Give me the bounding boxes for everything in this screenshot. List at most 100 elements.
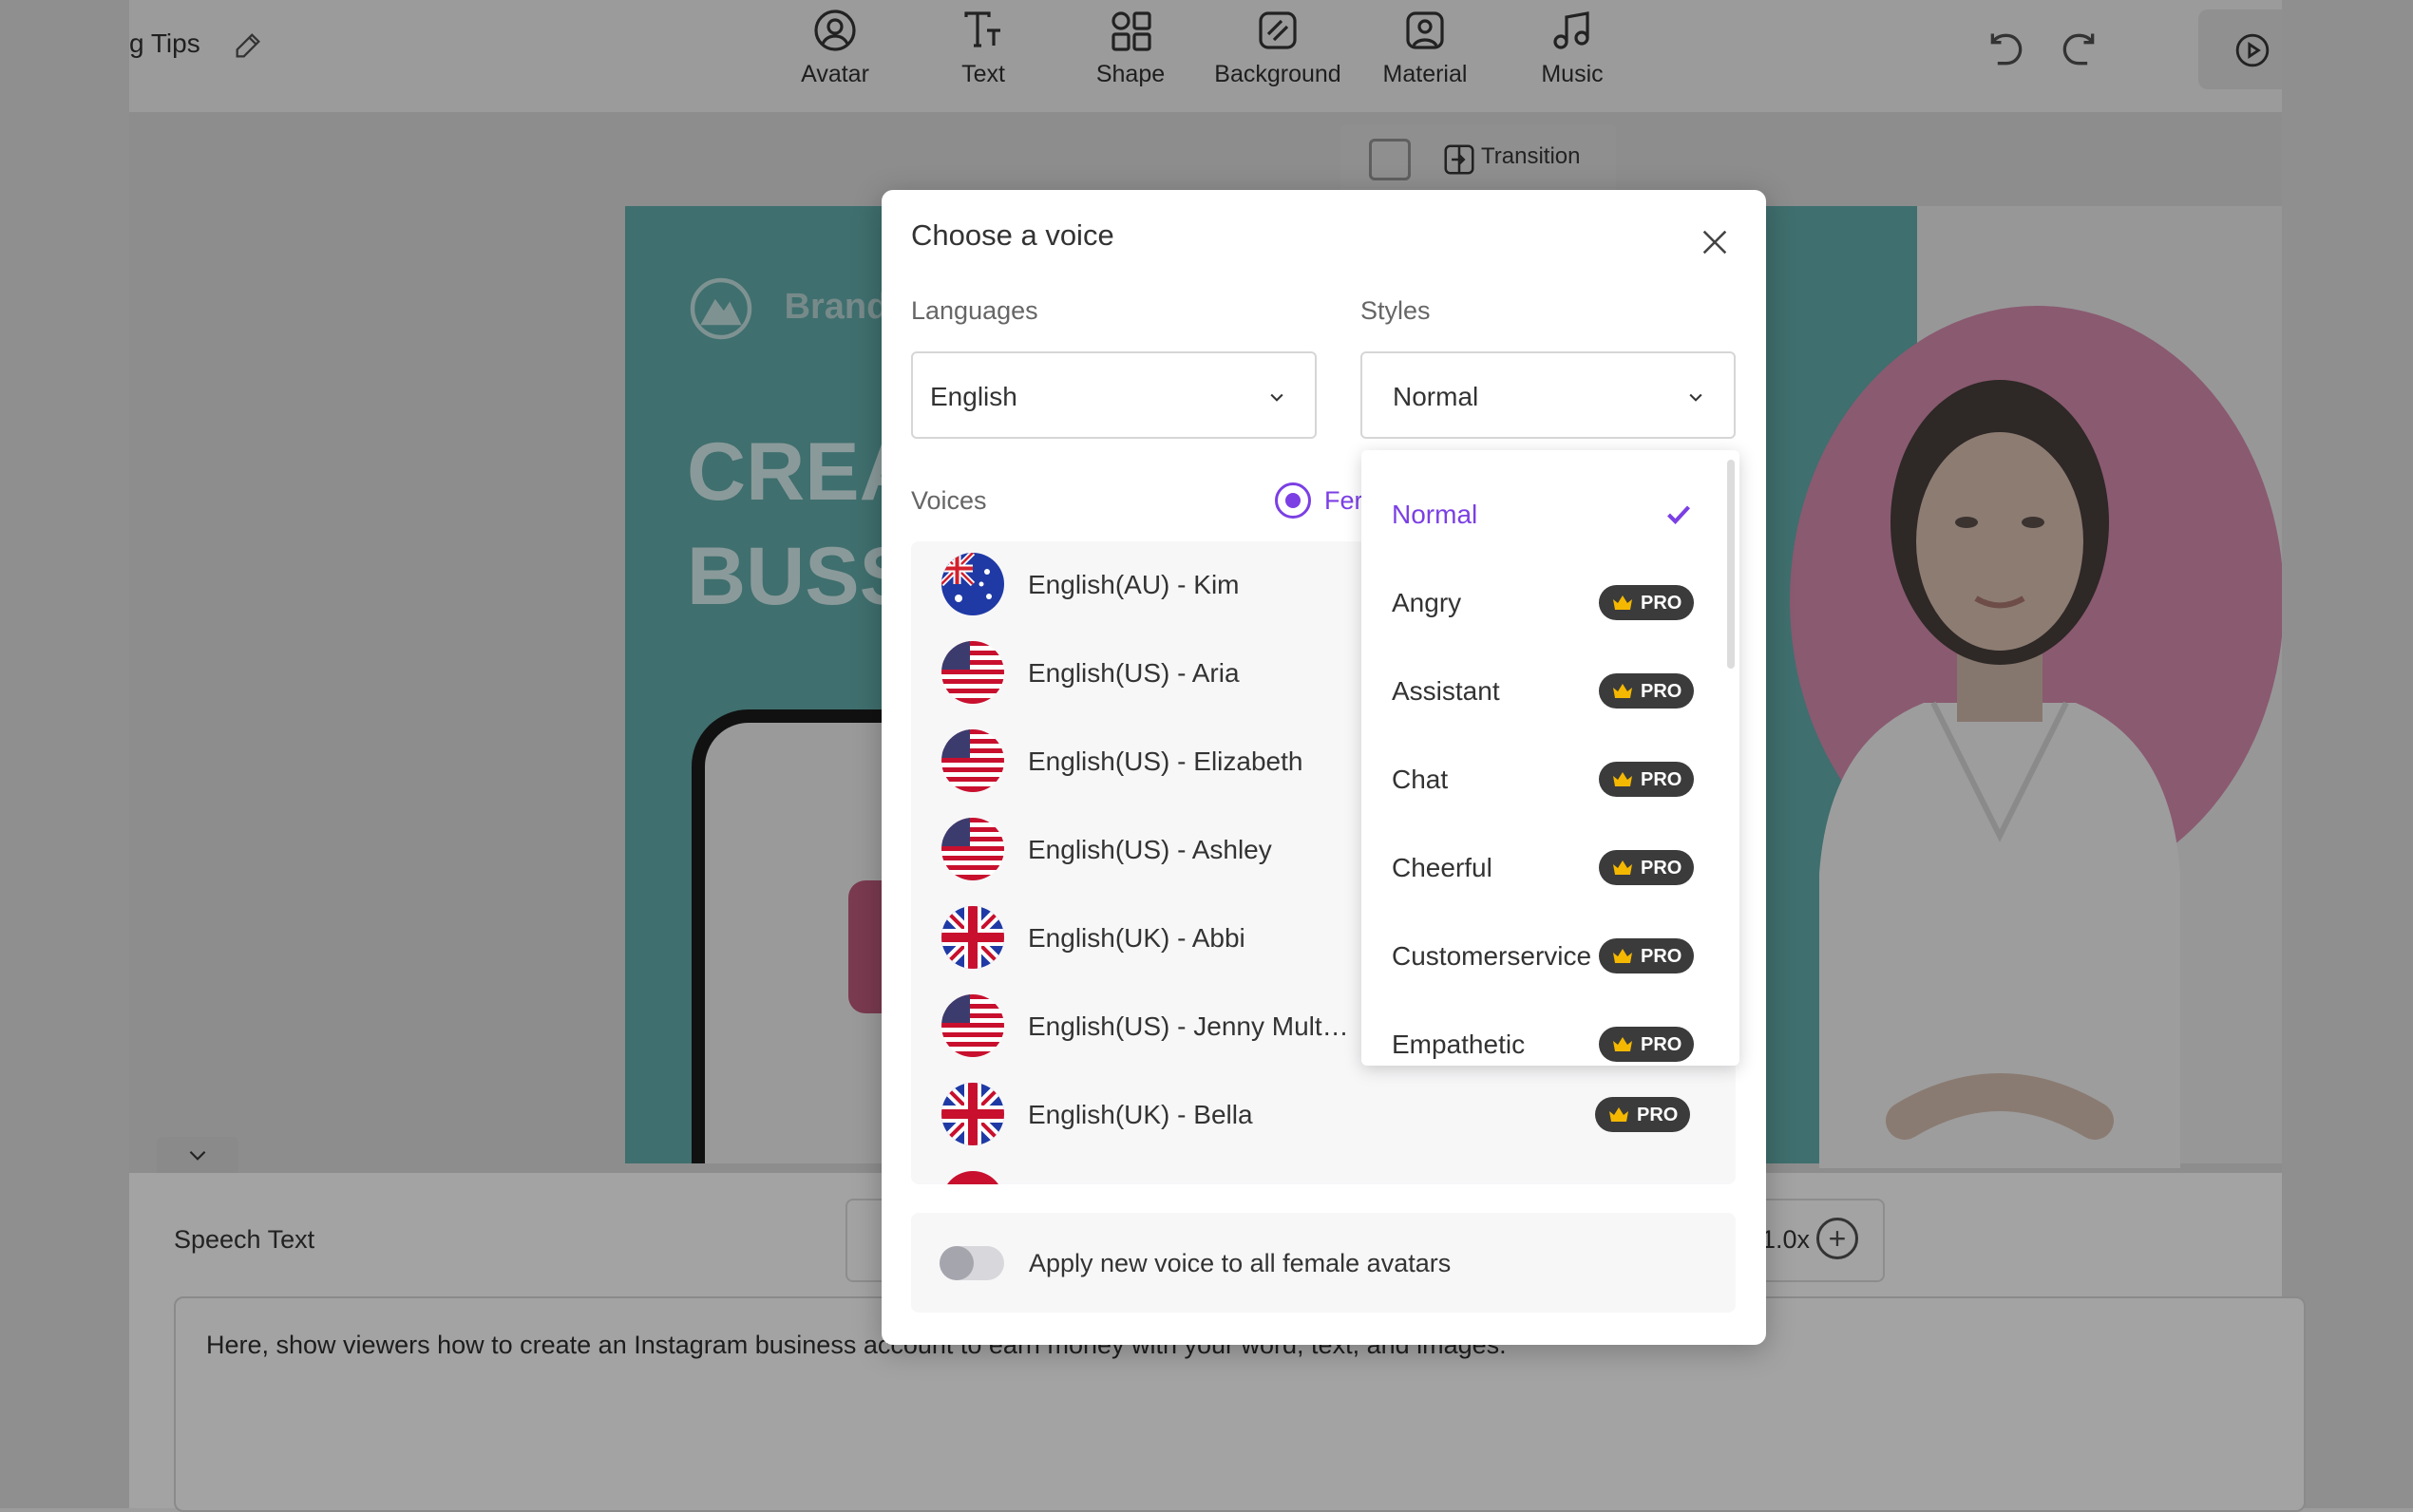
female-radio[interactable]	[1275, 482, 1311, 519]
uk-flag-icon	[941, 906, 1004, 969]
speed-value: 1.0x	[1761, 1225, 1811, 1254]
background-icon	[1259, 11, 1297, 49]
text-icon	[964, 11, 1000, 47]
voice-name: English(AU) - Kim	[1028, 570, 1240, 599]
preview-button[interactable]	[2198, 9, 2282, 89]
style-select[interactable]: Normal	[1360, 351, 1736, 439]
pro-badge: PRO	[1599, 938, 1694, 973]
language-select[interactable]: English	[911, 351, 1317, 439]
voice-name: English(UK) - Bella	[1028, 1100, 1253, 1129]
style-option-customerservice[interactable]: Customerservice PRO	[1361, 913, 1739, 1001]
brand-logo-icon	[690, 277, 752, 340]
instagram-logo-icon	[848, 880, 886, 1013]
tool-material-label: Material	[1382, 61, 1468, 87]
crown-icon	[1613, 772, 1632, 786]
style-option-label: Assistant	[1392, 676, 1500, 706]
pro-label: PRO	[1641, 681, 1682, 702]
chevron-down-icon	[189, 1150, 206, 1161]
style-option-label: Normal	[1392, 500, 1478, 529]
top-toolbar	[129, 0, 2282, 114]
avatar-icon	[814, 9, 856, 51]
style-option-cheerful[interactable]: Cheerful PRO	[1361, 824, 1739, 913]
tool-shape[interactable]: Shape	[1059, 8, 1202, 88]
voice-item-partial[interactable]	[911, 1160, 1736, 1184]
chevron-down-icon	[1689, 393, 1702, 402]
style-option-angry[interactable]: Angry PRO	[1361, 559, 1739, 648]
checkmark-icon	[1667, 505, 1691, 524]
style-option-assistant[interactable]: Assistant PRO	[1361, 648, 1739, 736]
presenter-avatar[interactable]	[1762, 342, 2237, 1168]
languages-label: Languages	[911, 296, 1038, 325]
styles-label: Styles	[1360, 296, 1431, 325]
style-option-label: Angry	[1392, 588, 1462, 617]
pro-badge: PRO	[1599, 850, 1694, 885]
play-icon	[2235, 33, 2270, 67]
styles-dropdown: Normal Angry PRO Assistant PRO Chat PRO …	[1361, 450, 1739, 1066]
speed-plus-button[interactable]: +	[1816, 1218, 1858, 1259]
tool-text[interactable]: Text	[912, 8, 1054, 88]
speed-control[interactable]: 1.0x +	[1748, 1199, 1885, 1282]
pro-badge: PRO	[1599, 585, 1694, 620]
usa-flag-icon	[941, 729, 1004, 792]
voice-item[interactable]: English(UK) - Bella PRO	[911, 1071, 1736, 1160]
slide-brand: Brand	[687, 274, 888, 343]
pro-label: PRO	[1641, 858, 1682, 879]
tool-music-label: Music	[1541, 61, 1604, 87]
voice-name: English(UK) - Abbi	[1028, 923, 1245, 953]
voices-label: Voices	[911, 486, 987, 515]
style-option-label: Empathetic	[1392, 1030, 1526, 1059]
flag-icon	[941, 1171, 1004, 1184]
pro-badge: PRO	[1599, 673, 1694, 709]
dropdown-scrollbar[interactable]	[1727, 460, 1735, 669]
uk-flag-icon	[941, 1083, 1004, 1145]
female-radio-label[interactable]: Fer	[1324, 486, 1363, 516]
style-option-empathetic[interactable]: Empathetic PRO	[1361, 1001, 1739, 1066]
material-icon	[1406, 11, 1444, 49]
tool-music[interactable]: Music	[1501, 8, 1644, 88]
voice-name: English(US) - Aria	[1028, 658, 1240, 688]
shape-icon	[1112, 11, 1151, 51]
style-value: Normal	[1393, 382, 1479, 411]
tool-background-label: Background	[1214, 61, 1341, 87]
close-icon[interactable]	[1699, 226, 1731, 258]
tool-avatar[interactable]: Avatar	[764, 8, 906, 88]
crown-icon	[1609, 1107, 1628, 1122]
style-option-label: Chat	[1392, 765, 1449, 794]
australia-flag-icon	[941, 553, 1004, 615]
pro-label: PRO	[1641, 1034, 1682, 1055]
collapse-panel-button[interactable]	[157, 1137, 238, 1173]
edit-icon[interactable]	[232, 29, 264, 62]
transition-tab[interactable]: Transition	[1340, 124, 1616, 191]
crown-icon	[1613, 949, 1632, 963]
transition-checkbox[interactable]	[1369, 139, 1411, 180]
tool-avatar-label: Avatar	[801, 61, 869, 87]
style-option-label: Cheerful	[1392, 853, 1492, 882]
pro-label: PRO	[1637, 1105, 1679, 1125]
tool-background[interactable]: Background	[1206, 8, 1349, 88]
style-option-normal[interactable]: Normal	[1361, 471, 1739, 559]
dialog-title: Choose a voice	[911, 218, 1114, 252]
undo-icon[interactable]	[1986, 28, 2027, 70]
chevron-down-icon	[1270, 393, 1283, 402]
tool-material[interactable]: Material	[1354, 8, 1496, 88]
style-option-chat[interactable]: Chat PRO	[1361, 736, 1739, 824]
pro-label: PRO	[1641, 593, 1682, 614]
usa-flag-icon	[941, 818, 1004, 880]
apply-all-toggle[interactable]	[940, 1246, 1004, 1280]
redo-icon[interactable]	[2058, 28, 2100, 70]
voice-name: English(US) - Elizabeth	[1028, 747, 1303, 776]
tips-link[interactable]: g Tips	[129, 28, 264, 62]
usa-flag-icon	[941, 641, 1004, 704]
language-value: English	[930, 382, 1017, 411]
pro-badge: PRO	[1599, 1027, 1694, 1062]
transition-icon	[1444, 144, 1474, 175]
left-margin	[0, 0, 129, 1508]
pro-label: PRO	[1641, 769, 1682, 790]
voice-name: English(US) - Ashley	[1028, 835, 1272, 864]
crown-icon	[1613, 684, 1632, 698]
crown-icon	[1613, 1037, 1632, 1051]
tool-shape-label: Shape	[1095, 61, 1166, 87]
right-margin	[2282, 0, 2413, 1508]
pro-badge: PRO	[1595, 1097, 1690, 1132]
apply-all-label: Apply new voice to all female avatars	[1029, 1249, 1452, 1277]
